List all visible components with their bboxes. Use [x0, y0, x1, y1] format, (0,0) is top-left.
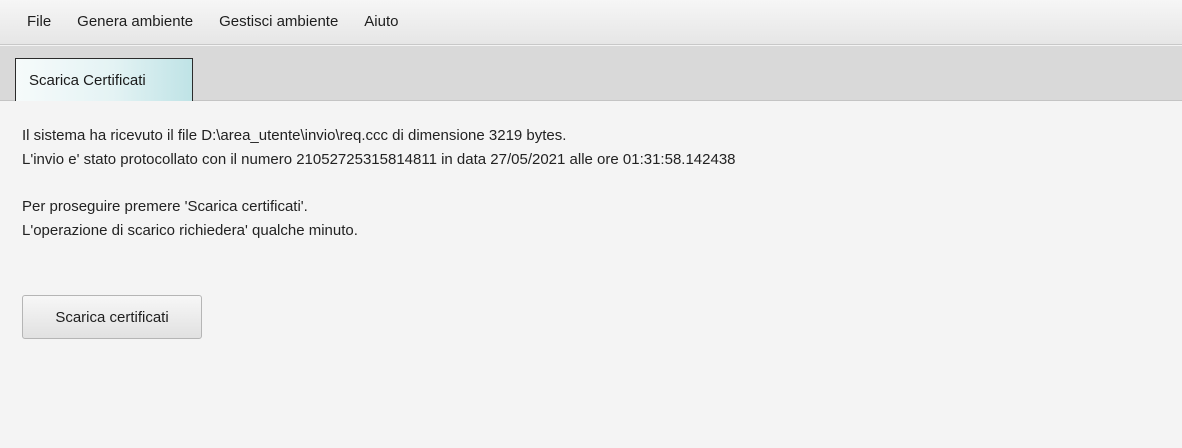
download-certificates-button[interactable]: Scarica certificati	[22, 295, 202, 339]
received-file-message: Il sistema ha ricevuto il file D:\area_u…	[22, 127, 567, 144]
duration-message: L'operazione di scarico richiedera' qual…	[22, 222, 358, 239]
menu-file[interactable]: File	[27, 12, 51, 32]
menu-bar: File Genera ambiente Gestisci ambiente A…	[0, 0, 1182, 45]
message-panel: Il sistema ha ricevuto il file D:\area_u…	[22, 124, 1162, 243]
instruction-message: Per proseguire premere 'Scarica certific…	[22, 198, 308, 215]
tab-scarica-certificati[interactable]: Scarica Certificati	[15, 58, 193, 101]
menu-gestisci-ambiente[interactable]: Gestisci ambiente	[219, 12, 338, 32]
menu-aiuto[interactable]: Aiuto	[364, 12, 398, 32]
protocol-message: L'invio e' stato protocollato con il num…	[22, 151, 736, 168]
tab-bar: Scarica Certificati	[0, 46, 1182, 101]
menu-genera-ambiente[interactable]: Genera ambiente	[77, 12, 193, 32]
